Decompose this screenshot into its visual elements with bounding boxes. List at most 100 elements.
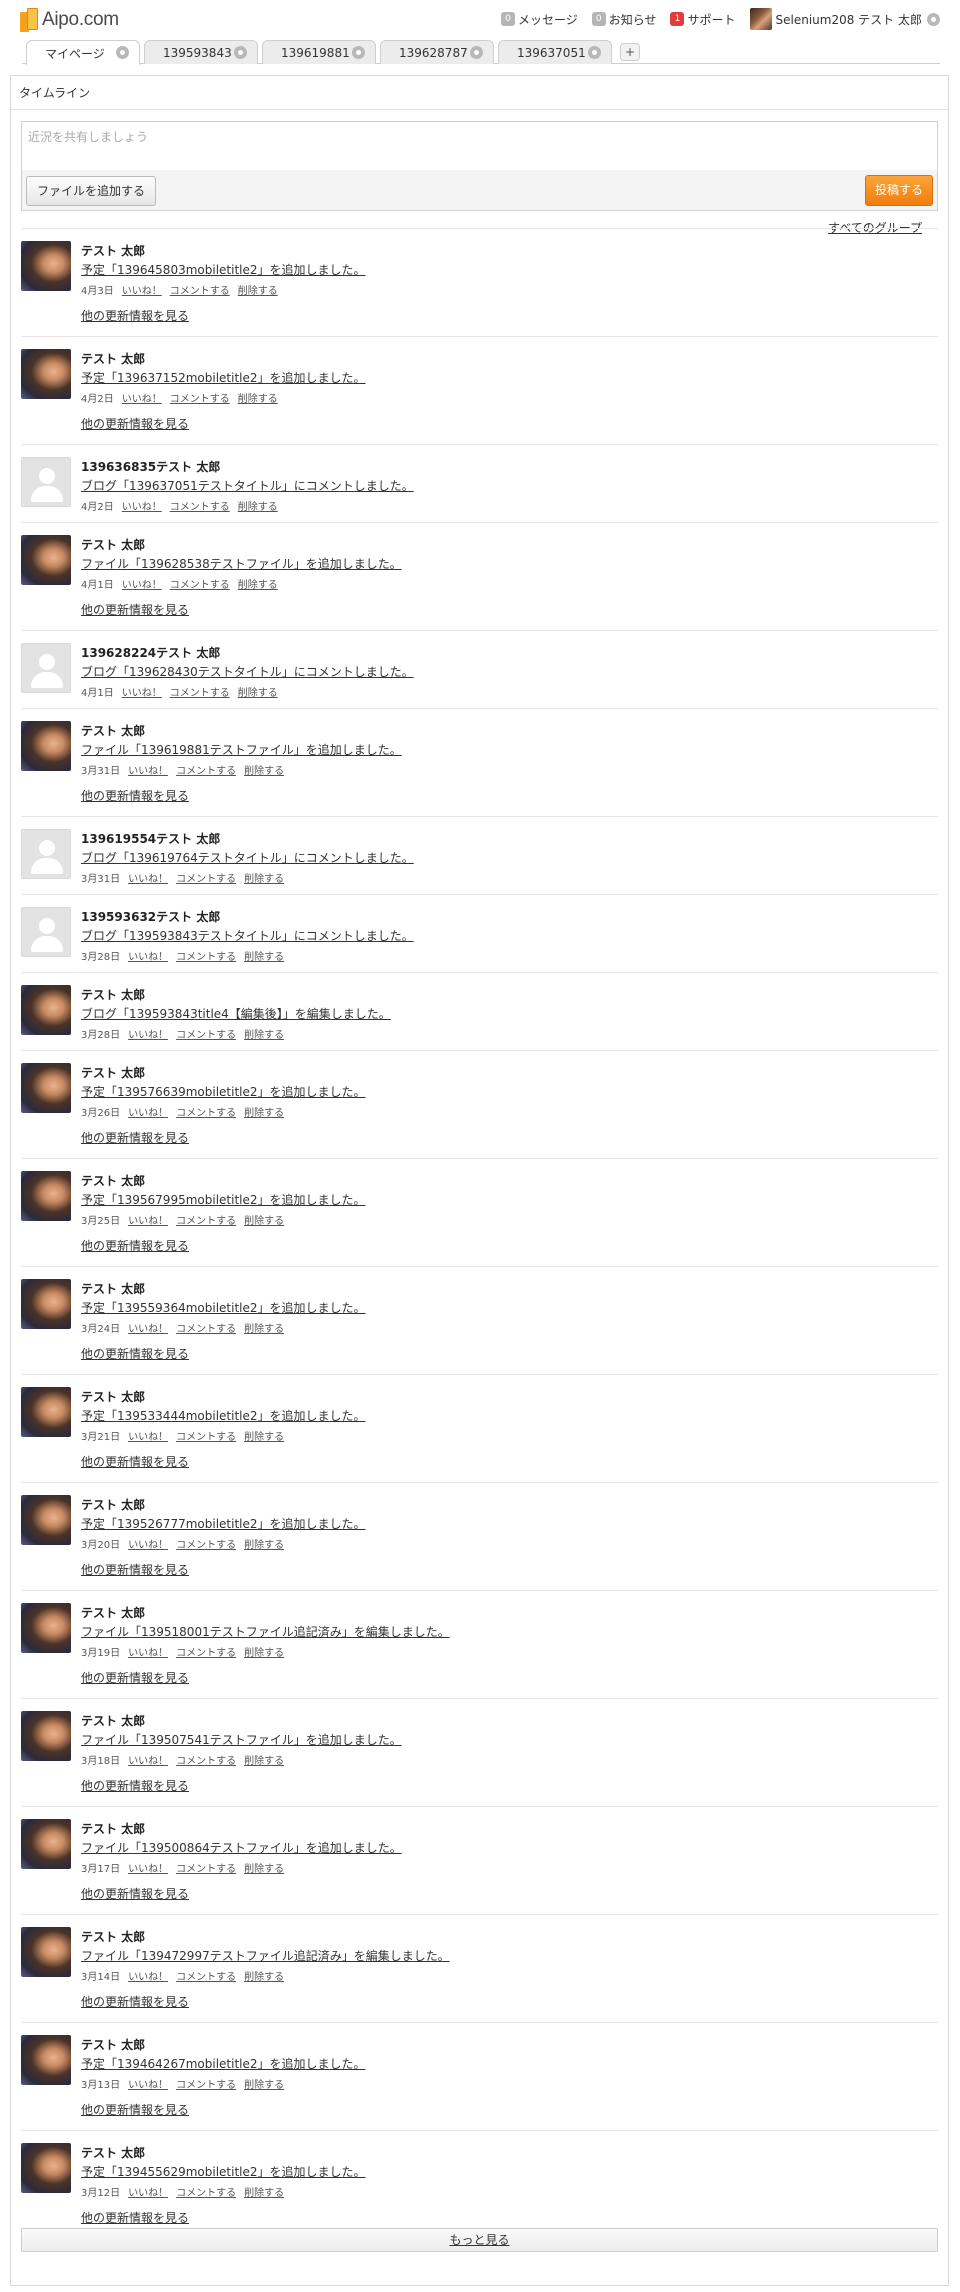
entry-message-link[interactable]: 予定「139576639mobiletitle2」を追加しました。 (81, 1083, 366, 1100)
user-avatar[interactable] (21, 2035, 71, 2085)
entry-user-name[interactable]: テスト 太郎 (81, 2144, 145, 2161)
more-updates-link[interactable]: 他の更新情報を見る (81, 307, 189, 324)
add-file-button[interactable]: ファイルを追加する (26, 176, 157, 206)
user-avatar[interactable] (21, 457, 71, 507)
delete-link[interactable]: 削除する (244, 1324, 284, 1335)
like-link[interactable]: いいね！ (122, 580, 162, 591)
delete-link[interactable]: 削除する (244, 1864, 284, 1875)
user-avatar[interactable] (21, 1063, 71, 1113)
delete-link[interactable]: 削除する (244, 874, 284, 885)
user-avatar[interactable] (21, 1279, 71, 1329)
entry-message-link[interactable]: ブログ「139619764テストタイトル」にコメントしました。 (81, 849, 414, 866)
entry-user-name[interactable]: 139628224テスト 太郎 (81, 644, 220, 661)
user-avatar[interactable] (21, 349, 71, 399)
entry-message-link[interactable]: 予定「139637152mobiletitle2」を追加しました。 (81, 369, 366, 386)
delete-link[interactable]: 削除する (238, 286, 278, 297)
like-link[interactable]: いいね！ (128, 1972, 168, 1983)
entry-message-link[interactable]: ブログ「139637051テストタイトル」にコメントしました。 (81, 477, 414, 494)
user-avatar[interactable] (21, 241, 71, 291)
comment-link[interactable]: コメントする (176, 1972, 236, 1983)
user-avatar[interactable] (21, 1819, 71, 1869)
entry-message-link[interactable]: ファイル「139507541テストファイル」を追加しました。 (81, 1731, 402, 1748)
entry-user-name[interactable]: テスト 太郎 (81, 1928, 145, 1945)
entry-message-link[interactable]: ファイル「139619881テストファイル」を追加しました。 (81, 741, 402, 758)
tab-gear-icon[interactable] (116, 46, 129, 59)
entry-user-name[interactable]: テスト 太郎 (81, 242, 145, 259)
more-updates-link[interactable]: 他の更新情報を見る (81, 2101, 189, 2118)
add-tab-button[interactable]: + (620, 43, 640, 61)
delete-link[interactable]: 削除する (238, 688, 278, 699)
tab-139619881[interactable]: 139619881 (262, 40, 376, 64)
comment-link[interactable]: コメントする (176, 1756, 236, 1767)
tab-gear-icon[interactable] (234, 46, 247, 59)
comment-link[interactable]: コメントする (170, 502, 230, 513)
delete-link[interactable]: 削除する (244, 2080, 284, 2091)
like-link[interactable]: いいね！ (128, 1216, 168, 1227)
entry-user-name[interactable]: テスト 太郎 (81, 1280, 145, 1297)
user-avatar[interactable] (21, 907, 71, 957)
comment-link[interactable]: コメントする (176, 1540, 236, 1551)
entry-user-name[interactable]: テスト 太郎 (81, 1820, 145, 1837)
tab-gear-icon[interactable] (352, 46, 365, 59)
comment-link[interactable]: コメントする (176, 766, 236, 777)
like-link[interactable]: いいね！ (128, 2080, 168, 2091)
entry-message-link[interactable]: ブログ「139593843テストタイトル」にコメントしました。 (81, 927, 414, 944)
entry-user-name[interactable]: テスト 太郎 (81, 350, 145, 367)
comment-link[interactable]: コメントする (170, 580, 230, 591)
delete-link[interactable]: 削除する (238, 580, 278, 591)
like-link[interactable]: いいね！ (128, 2188, 168, 2199)
user-avatar[interactable] (21, 1927, 71, 1977)
support-link[interactable]: 1 サポート (670, 11, 736, 28)
delete-link[interactable]: 削除する (244, 1030, 284, 1041)
post-button[interactable]: 投稿する (865, 175, 933, 206)
like-link[interactable]: いいね！ (128, 1540, 168, 1551)
entry-message-link[interactable]: ブログ「139593843title4【編集後】」を編集しました。 (81, 1005, 391, 1022)
user-avatar[interactable] (21, 2143, 71, 2193)
comment-link[interactable]: コメントする (176, 1030, 236, 1041)
user-avatar[interactable] (21, 1387, 71, 1437)
user-avatar[interactable] (21, 1711, 71, 1761)
delete-link[interactable]: 削除する (244, 2188, 284, 2199)
entry-message-link[interactable]: ファイル「139628538テストファイル」を追加しました。 (81, 555, 402, 572)
user-avatar[interactable] (21, 643, 71, 693)
entry-message-link[interactable]: 予定「139464267mobiletitle2」を追加しました。 (81, 2055, 366, 2072)
delete-link[interactable]: 削除する (244, 952, 284, 963)
entry-message-link[interactable]: 予定「139559364mobiletitle2」を追加しました。 (81, 1299, 366, 1316)
delete-link[interactable]: 削除する (244, 1432, 284, 1443)
like-link[interactable]: いいね！ (128, 1030, 168, 1041)
delete-link[interactable]: 削除する (244, 1216, 284, 1227)
comment-link[interactable]: コメントする (176, 952, 236, 963)
tab-139593843[interactable]: 139593843 (144, 40, 258, 64)
entry-message-link[interactable]: ファイル「139472997テストファイル追記済み」を編集しました。 (81, 1947, 450, 1964)
user-avatar[interactable] (21, 1171, 71, 1221)
entry-user-name[interactable]: テスト 太郎 (81, 1604, 145, 1621)
entry-user-name[interactable]: テスト 太郎 (81, 986, 145, 1003)
like-link[interactable]: いいね！ (128, 1324, 168, 1335)
tab-gear-icon[interactable] (470, 46, 483, 59)
like-link[interactable]: いいね！ (122, 688, 162, 699)
tab-139637051[interactable]: 139637051 (498, 40, 612, 64)
entry-user-name[interactable]: 139593632テスト 太郎 (81, 908, 220, 925)
more-updates-link[interactable]: 他の更新情報を見る (81, 415, 189, 432)
entry-user-name[interactable]: テスト 太郎 (81, 722, 145, 739)
more-updates-link[interactable]: 他の更新情報を見る (81, 1453, 189, 1470)
user-avatar[interactable] (21, 721, 71, 771)
more-updates-link[interactable]: 他の更新情報を見る (81, 1993, 189, 2010)
entry-message-link[interactable]: 予定「139533444mobiletitle2」を追加しました。 (81, 1407, 366, 1424)
more-updates-link[interactable]: 他の更新情報を見る (81, 601, 189, 618)
comment-link[interactable]: コメントする (176, 1108, 236, 1119)
like-link[interactable]: いいね！ (122, 394, 162, 405)
notices-link[interactable]: 0 お知らせ (591, 11, 656, 28)
more-updates-link[interactable]: 他の更新情報を見る (81, 1669, 189, 1686)
delete-link[interactable]: 削除する (238, 502, 278, 513)
entry-message-link[interactable]: 予定「139455629mobiletitle2」を追加しました。 (81, 2163, 366, 2180)
user-avatar[interactable] (21, 535, 71, 585)
more-updates-link[interactable]: 他の更新情報を見る (81, 1237, 189, 1254)
logo[interactable]: Aipo.com (20, 7, 119, 33)
entry-user-name[interactable]: テスト 太郎 (81, 536, 145, 553)
entry-message-link[interactable]: ファイル「139500864テストファイル」を追加しました。 (81, 1839, 402, 1856)
delete-link[interactable]: 削除する (244, 1972, 284, 1983)
delete-link[interactable]: 削除する (244, 1648, 284, 1659)
user-menu[interactable]: Selenium208 テスト 太郎 (749, 8, 940, 30)
comment-link[interactable]: コメントする (176, 1216, 236, 1227)
